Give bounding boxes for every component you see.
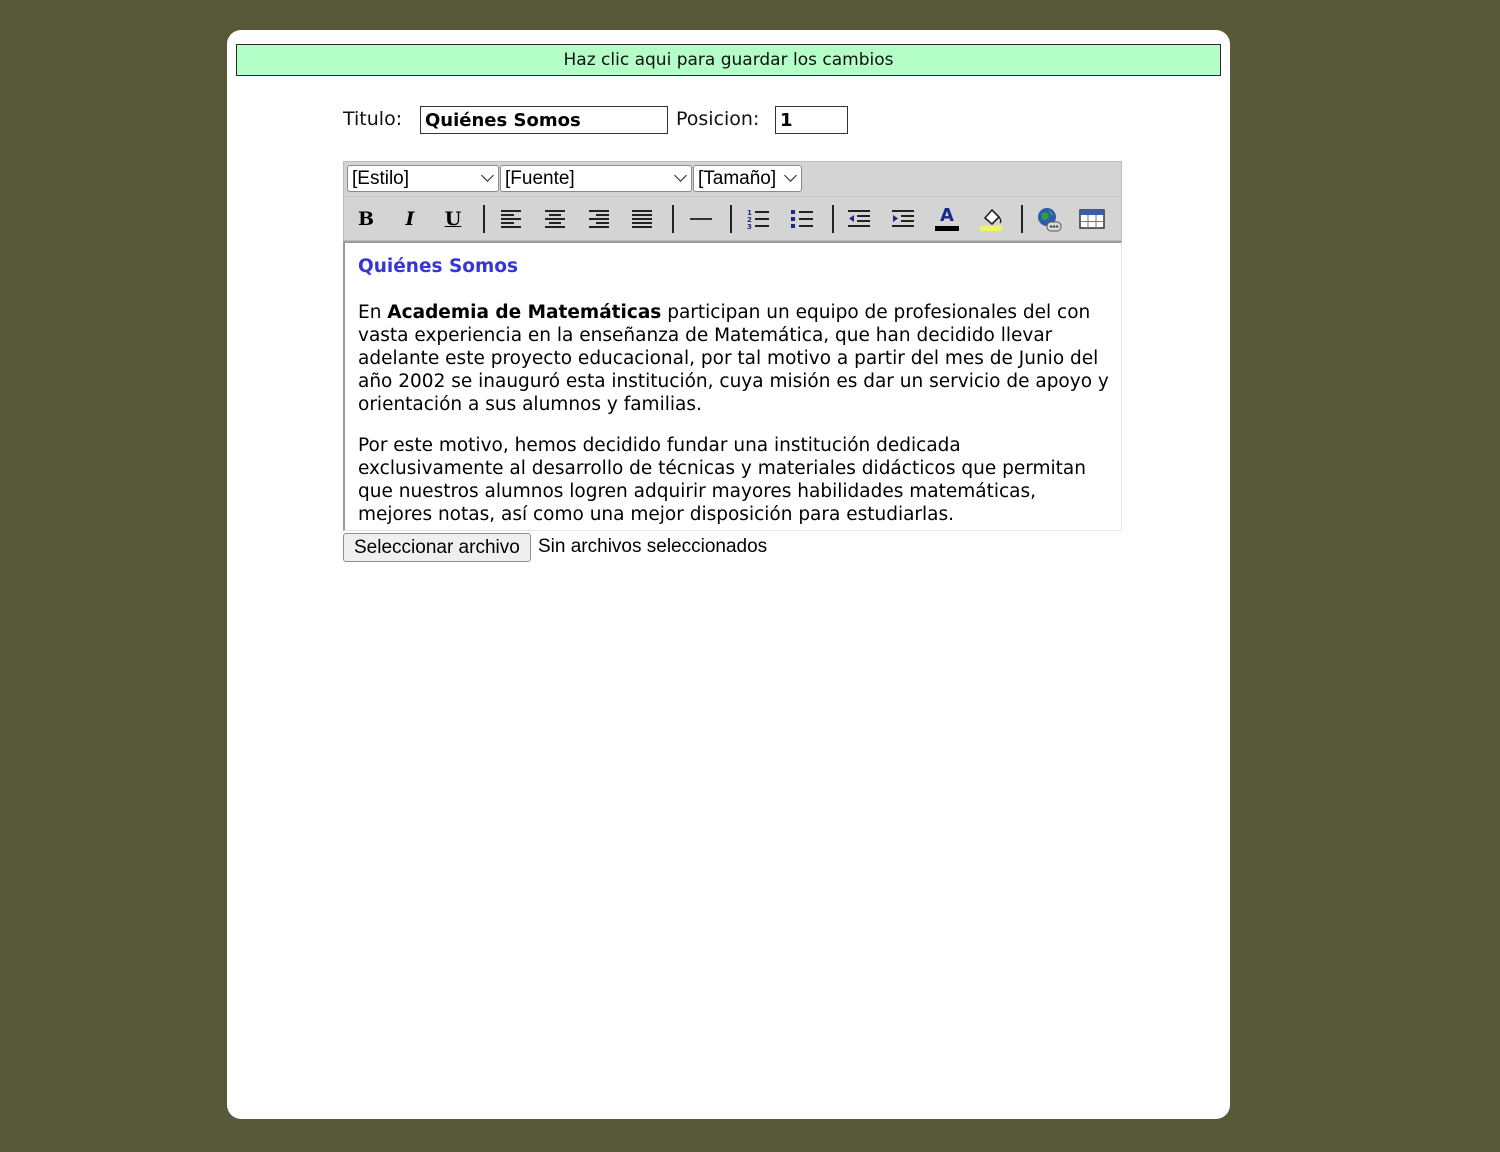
align-left-icon <box>501 210 521 228</box>
rich-text-editor[interactable]: Quiénes Somos En Academia de Matemáticas… <box>343 241 1122 531</box>
ordered-list-button[interactable]: 123 <box>742 203 774 235</box>
horizontal-rule-button[interactable] <box>685 203 717 235</box>
bold-button[interactable]: B <box>350 203 382 235</box>
indent-icon <box>892 210 914 227</box>
content-paragraph: Por este motivo, hemos decidido fundar u… <box>358 435 1086 525</box>
font-select[interactable]: [Fuente] <box>500 165 692 192</box>
insert-table-button[interactable] <box>1076 203 1108 235</box>
editor-panel: Haz clic aqui para guardar los cambios T… <box>227 30 1230 1119</box>
align-right-icon <box>589 210 609 228</box>
bullet-list-button[interactable] <box>786 203 818 235</box>
editor-toolbar: [Estilo] [Fuente] [Tamaño] B I U 1 2 3 A <box>343 161 1122 241</box>
content-heading: Quiénes Somos <box>358 256 518 277</box>
paint-bucket-icon <box>980 208 1002 231</box>
align-center-icon <box>545 210 565 228</box>
choose-file-button[interactable]: Seleccionar archivo <box>343 533 531 562</box>
position-label: Posicion: <box>676 108 760 130</box>
globe-link-icon <box>1038 208 1062 232</box>
title-input[interactable] <box>420 106 668 134</box>
chevron-down-icon <box>674 169 687 182</box>
underline-button[interactable]: U <box>437 203 469 235</box>
align-center-button[interactable] <box>539 203 571 235</box>
outdent-icon <box>848 210 870 227</box>
size-select-value: [Tamaño] <box>698 168 777 189</box>
bullet-list-icon <box>791 210 813 228</box>
font-color-button[interactable]: A <box>931 203 963 235</box>
academy-name: Academia de Matemáticas <box>387 302 662 323</box>
horizontal-rule-icon <box>690 218 712 220</box>
toolbar-divider <box>483 205 485 233</box>
toolbar-divider <box>672 205 674 233</box>
style-select-value: [Estilo] <box>352 168 410 189</box>
font-select-value: [Fuente] <box>505 168 575 189</box>
chevron-down-icon <box>784 169 797 182</box>
font-color-icon: A <box>935 207 959 231</box>
toolbar-divider <box>1021 205 1023 233</box>
justify-icon <box>632 210 652 228</box>
ordered-list-icon: 123 <box>747 209 769 230</box>
file-status-text: Sin archivos seleccionados <box>538 536 768 557</box>
chevron-down-icon <box>481 169 494 182</box>
title-label: Titulo: <box>343 108 403 130</box>
align-right-button[interactable] <box>583 203 615 235</box>
style-select[interactable]: [Estilo] <box>347 165 499 192</box>
italic-icon: I <box>405 208 415 230</box>
position-input[interactable] <box>775 106 848 134</box>
underline-icon: U <box>444 208 462 230</box>
toolbar-divider <box>832 205 834 233</box>
indent-button[interactable] <box>887 203 919 235</box>
outdent-button[interactable] <box>843 203 875 235</box>
svg-text:3: 3 <box>747 223 752 230</box>
bold-icon: B <box>357 208 375 230</box>
table-icon <box>1079 209 1105 229</box>
save-changes-bar[interactable]: Haz clic aqui para guardar los cambios <box>236 44 1221 76</box>
insert-link-button[interactable] <box>1033 203 1065 235</box>
align-left-button[interactable] <box>495 203 527 235</box>
format-buttons-row: B I U 1 2 3 A <box>344 196 1121 241</box>
size-select[interactable]: [Tamaño] <box>693 165 802 192</box>
toolbar-divider <box>730 205 732 233</box>
justify-button[interactable] <box>626 203 658 235</box>
highlight-color-button[interactable] <box>975 203 1007 235</box>
content-paragraph: En Academia de Matemáticas participan un… <box>358 302 1109 415</box>
italic-button[interactable]: I <box>394 203 426 235</box>
